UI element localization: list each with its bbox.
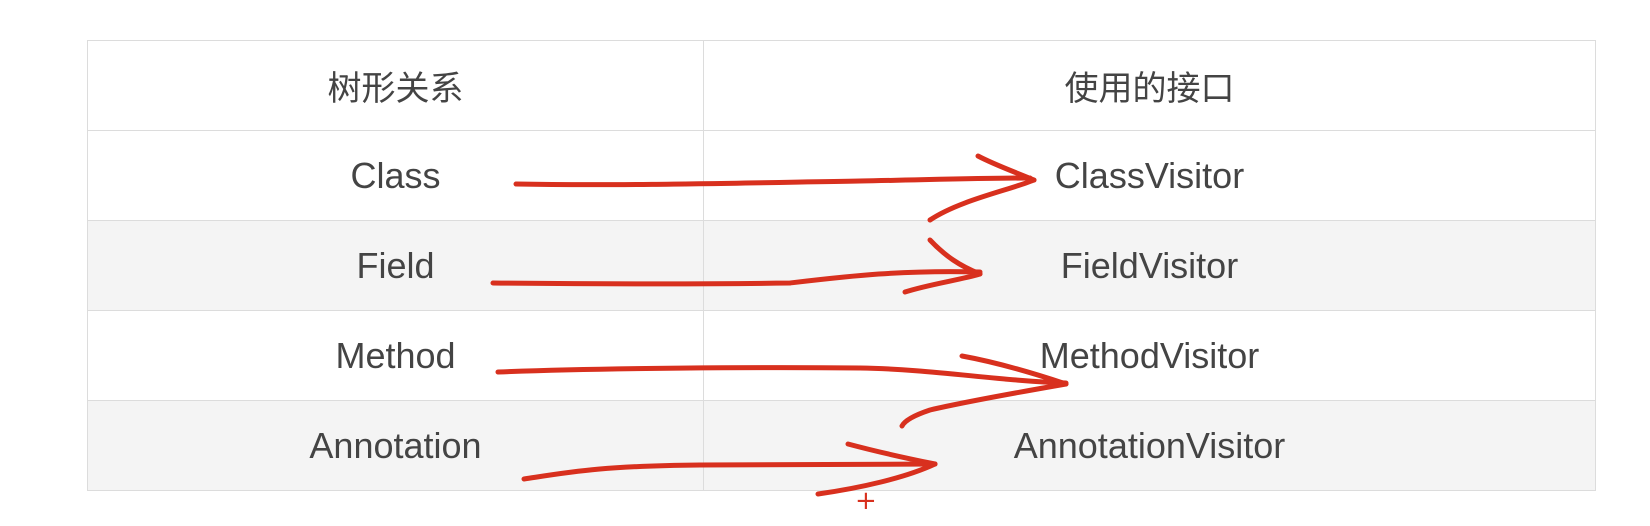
plus-mark: + [855, 486, 877, 516]
cell-tree-node: Field [87, 220, 704, 311]
cell-tree-node: Annotation [87, 400, 704, 491]
cell-interface: AnnotationVisitor [703, 400, 1596, 491]
table-row: Method MethodVisitor [87, 310, 1596, 401]
table-row: Annotation AnnotationVisitor [87, 400, 1596, 491]
cell-interface: ClassVisitor [703, 130, 1596, 221]
header-tree-relation: 树形关系 [87, 40, 704, 131]
table-row: Field FieldVisitor [87, 220, 1596, 311]
cell-interface: MethodVisitor [703, 310, 1596, 401]
table-header-row: 树形关系 使用的接口 [87, 40, 1596, 131]
mapping-table-container: 树形关系 使用的接口 Class ClassVisitor Field Fiel… [87, 40, 1596, 491]
header-used-interface: 使用的接口 [703, 40, 1596, 131]
cell-tree-node: Class [87, 130, 704, 221]
mapping-table: 树形关系 使用的接口 Class ClassVisitor Field Fiel… [87, 40, 1596, 491]
cell-tree-node: Method [87, 310, 704, 401]
cell-interface: FieldVisitor [703, 220, 1596, 311]
table-row: Class ClassVisitor [87, 130, 1596, 221]
